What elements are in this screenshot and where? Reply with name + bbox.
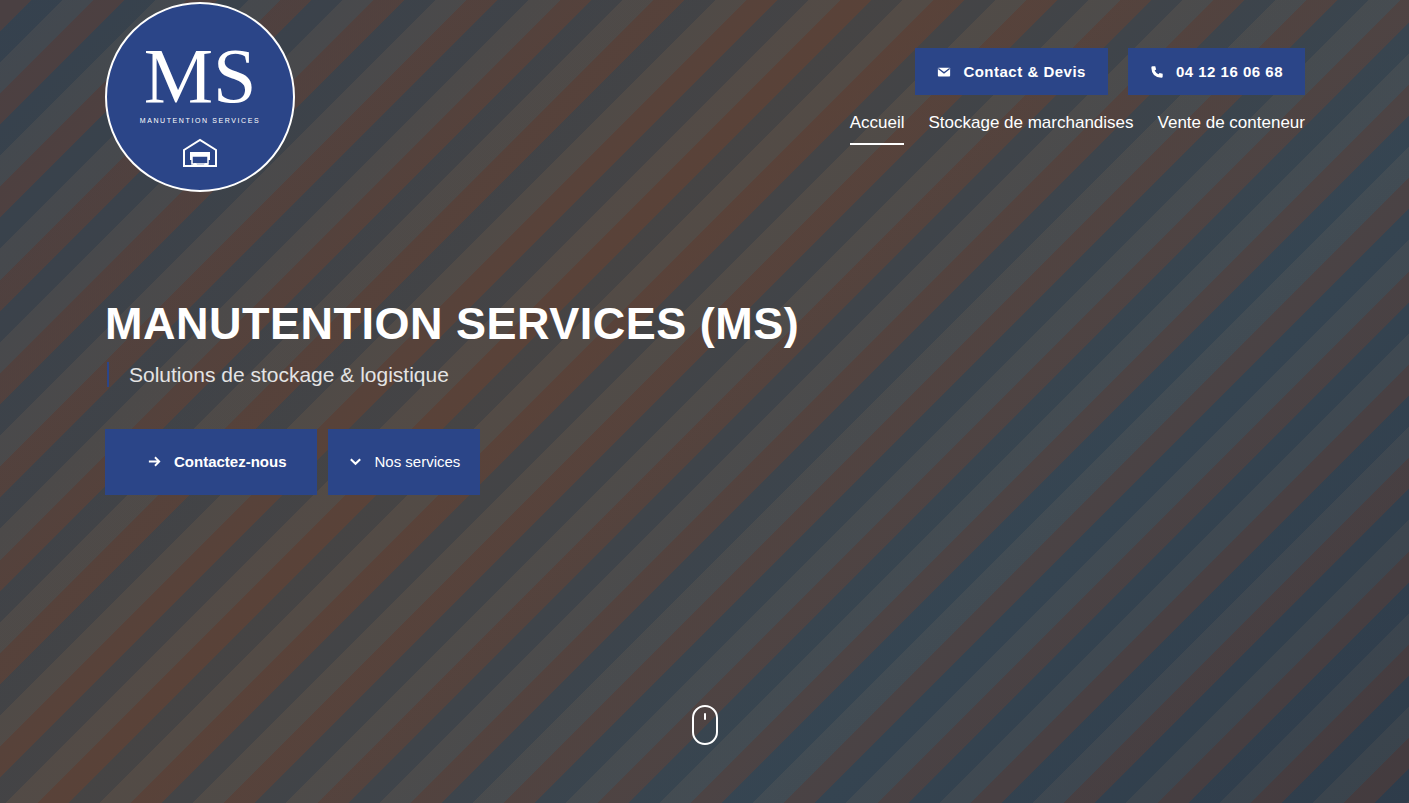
logo[interactable]: MS MANUTENTION SERVICES bbox=[105, 2, 295, 192]
scroll-mouse-icon[interactable] bbox=[691, 704, 719, 746]
logo-initials: MS bbox=[144, 37, 257, 115]
chevron-down-icon bbox=[348, 454, 363, 469]
logo-name: MANUTENTION SERVICES bbox=[140, 117, 261, 124]
nav-item[interactable]: Stockage de marchandises bbox=[928, 113, 1133, 145]
nav-item[interactable]: Accueil bbox=[850, 113, 905, 145]
hero-subtitle: Solutions de stockage & logistique bbox=[107, 362, 1305, 387]
hero-title: MANUTENTION SERVICES (MS) bbox=[105, 298, 1305, 350]
phone-icon bbox=[1150, 65, 1164, 79]
hero-button[interactable]: Contactez-nous bbox=[105, 429, 317, 495]
arrow-right-icon bbox=[147, 454, 162, 469]
warehouse-truck-icon bbox=[180, 132, 220, 172]
envelope-icon bbox=[937, 65, 951, 79]
main-nav: Accueil Stockage de marchandises Vente de … bbox=[850, 113, 1305, 145]
top-button[interactable]: 04 12 16 06 68 bbox=[1128, 48, 1305, 95]
home-page: MS MANUTENTION SERVICES Contact & Devis 04 … bbox=[0, 0, 1409, 803]
site-header: MS MANUTENTION SERVICES Contact & Devis 04 … bbox=[105, 0, 1305, 192]
hero-button[interactable]: Nos services bbox=[328, 429, 481, 495]
nav-item[interactable]: Vente de conteneur bbox=[1158, 113, 1305, 145]
top-button[interactable]: Contact & Devis bbox=[915, 48, 1108, 95]
hero: MANUTENTION SERVICES (MS) Solutions de st… bbox=[105, 298, 1305, 495]
